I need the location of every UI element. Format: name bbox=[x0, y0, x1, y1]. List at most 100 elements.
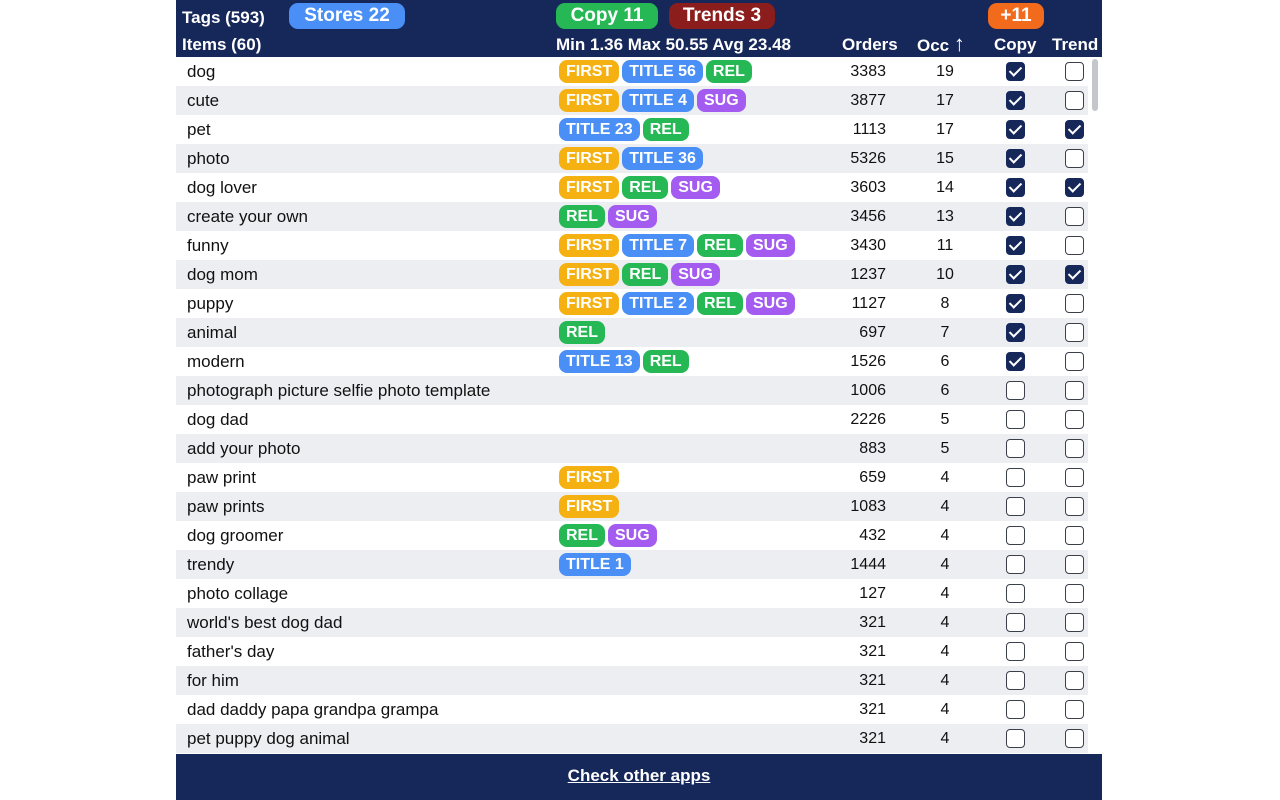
trend-checkbox[interactable] bbox=[1065, 729, 1084, 748]
trend-checkbox[interactable] bbox=[1065, 149, 1084, 168]
tag-badge: TITLE 36 bbox=[622, 147, 703, 170]
col-header-orders[interactable]: Orders bbox=[842, 35, 898, 55]
badge-group: FIRST TITLE 2 REL SUG bbox=[559, 292, 795, 315]
occ-value: 4 bbox=[940, 614, 950, 631]
orders-value: 432 bbox=[859, 527, 886, 544]
copy-checkbox[interactable] bbox=[1006, 410, 1025, 429]
trend-checkbox[interactable] bbox=[1065, 468, 1084, 487]
stats-summary: Min 1.36 Max 50.55 Avg 23.48 bbox=[556, 35, 791, 54]
trend-checkbox[interactable] bbox=[1065, 265, 1084, 284]
occ-value: 6 bbox=[940, 382, 950, 399]
trend-checkbox[interactable] bbox=[1065, 178, 1084, 197]
keyword-text: pet puppy dog animal bbox=[187, 729, 350, 748]
copy-checkbox[interactable] bbox=[1006, 729, 1025, 748]
copy-checkbox[interactable] bbox=[1006, 207, 1025, 226]
trend-checkbox[interactable] bbox=[1065, 120, 1084, 139]
copy-checkbox[interactable] bbox=[1006, 555, 1025, 574]
col-header-occ[interactable]: Occ ↑ bbox=[917, 33, 965, 56]
orders-value: 321 bbox=[859, 730, 886, 747]
copy-checkbox[interactable] bbox=[1006, 497, 1025, 516]
check-other-apps-link[interactable]: Check other apps bbox=[176, 766, 1102, 786]
orders-value: 321 bbox=[859, 614, 886, 631]
copy-checkbox[interactable] bbox=[1006, 352, 1025, 371]
badge-group: TITLE 1 bbox=[559, 553, 631, 576]
trend-checkbox[interactable] bbox=[1065, 613, 1084, 632]
trend-checkbox[interactable] bbox=[1065, 410, 1084, 429]
copy-checkbox[interactable] bbox=[1006, 236, 1025, 255]
trend-checkbox[interactable] bbox=[1065, 91, 1084, 110]
col-header-copy[interactable]: Copy bbox=[994, 35, 1037, 55]
copy-checkbox[interactable] bbox=[1006, 642, 1025, 661]
trend-checkbox[interactable] bbox=[1065, 207, 1084, 226]
occ-value: 19 bbox=[936, 63, 954, 80]
trend-checkbox[interactable] bbox=[1065, 555, 1084, 574]
copy-checkbox[interactable] bbox=[1006, 62, 1025, 81]
occ-value: 8 bbox=[940, 295, 950, 312]
keyword-text: modern bbox=[187, 352, 245, 371]
copy-checkbox[interactable] bbox=[1006, 178, 1025, 197]
trend-checkbox[interactable] bbox=[1065, 497, 1084, 516]
trend-checkbox[interactable] bbox=[1065, 671, 1084, 690]
table-row: photograph picture selfie photo template… bbox=[176, 376, 1088, 405]
tag-badge: REL bbox=[622, 176, 669, 199]
copy-checkbox[interactable] bbox=[1006, 700, 1025, 719]
copy-checkbox[interactable] bbox=[1006, 265, 1025, 284]
occ-value: 4 bbox=[940, 556, 950, 573]
occ-value: 4 bbox=[940, 672, 950, 689]
tag-badge: TITLE 4 bbox=[622, 89, 694, 112]
copy-checkbox[interactable] bbox=[1006, 468, 1025, 487]
col-header-trend[interactable]: Trend bbox=[1052, 35, 1098, 55]
trend-checkbox[interactable] bbox=[1065, 584, 1084, 603]
keyword-text: photograph picture selfie photo template bbox=[187, 381, 491, 400]
trend-checkbox[interactable] bbox=[1065, 526, 1084, 545]
trend-checkbox[interactable] bbox=[1065, 381, 1084, 400]
trend-checkbox[interactable] bbox=[1065, 439, 1084, 458]
copy-checkbox[interactable] bbox=[1006, 323, 1025, 342]
keyword-text: photo bbox=[187, 149, 230, 168]
stores-button[interactable]: Stores 22 bbox=[289, 3, 405, 29]
keyword-text: photo collage bbox=[187, 584, 289, 603]
copy-checkbox[interactable] bbox=[1006, 584, 1025, 603]
orders-value: 697 bbox=[859, 324, 886, 341]
copy-checkbox[interactable] bbox=[1006, 671, 1025, 690]
trend-checkbox[interactable] bbox=[1065, 642, 1084, 661]
trend-checkbox[interactable] bbox=[1065, 352, 1084, 371]
table-scrollbar[interactable] bbox=[1088, 57, 1102, 754]
copy-button[interactable]: Copy 11 bbox=[556, 3, 658, 29]
table-row: add your photo 883 5 bbox=[176, 434, 1088, 463]
plus-more-button[interactable]: +11 bbox=[988, 3, 1044, 29]
orders-value: 321 bbox=[859, 643, 886, 660]
tag-badge: TITLE 13 bbox=[559, 350, 640, 373]
orders-value: 2226 bbox=[850, 411, 886, 428]
occ-value: 17 bbox=[936, 121, 954, 138]
keyword-text: cute bbox=[187, 91, 220, 110]
tag-badge: SUG bbox=[608, 524, 657, 547]
tag-badge: REL bbox=[559, 321, 605, 344]
keyword-text: trendy bbox=[187, 555, 235, 574]
copy-checkbox[interactable] bbox=[1006, 120, 1025, 139]
occ-value: 17 bbox=[936, 92, 954, 109]
keyword-text: dog mom bbox=[187, 265, 258, 284]
orders-value: 1526 bbox=[850, 353, 886, 370]
trend-checkbox[interactable] bbox=[1065, 700, 1084, 719]
copy-checkbox[interactable] bbox=[1006, 294, 1025, 313]
tag-badge: FIRST bbox=[559, 292, 620, 315]
copy-checkbox[interactable] bbox=[1006, 526, 1025, 545]
tag-badge: SUG bbox=[746, 234, 795, 257]
copy-checkbox[interactable] bbox=[1006, 91, 1025, 110]
copy-checkbox[interactable] bbox=[1006, 149, 1025, 168]
table-row: dog groomer REL SUG 432 4 bbox=[176, 521, 1088, 550]
tag-badge: TITLE 7 bbox=[622, 234, 694, 257]
trend-checkbox[interactable] bbox=[1065, 323, 1084, 342]
occ-value: 14 bbox=[936, 179, 954, 196]
trends-button[interactable]: Trends 3 bbox=[669, 3, 775, 29]
trend-checkbox[interactable] bbox=[1065, 236, 1084, 255]
trend-checkbox[interactable] bbox=[1065, 62, 1084, 81]
table-row: dog FIRST TITLE 56 REL 3383 19 bbox=[176, 57, 1088, 86]
copy-checkbox[interactable] bbox=[1006, 381, 1025, 400]
copy-checkbox[interactable] bbox=[1006, 439, 1025, 458]
trend-checkbox[interactable] bbox=[1065, 294, 1084, 313]
copy-checkbox[interactable] bbox=[1006, 613, 1025, 632]
badge-group: FIRST TITLE 36 bbox=[559, 147, 703, 170]
scrollbar-thumb[interactable] bbox=[1092, 59, 1098, 111]
